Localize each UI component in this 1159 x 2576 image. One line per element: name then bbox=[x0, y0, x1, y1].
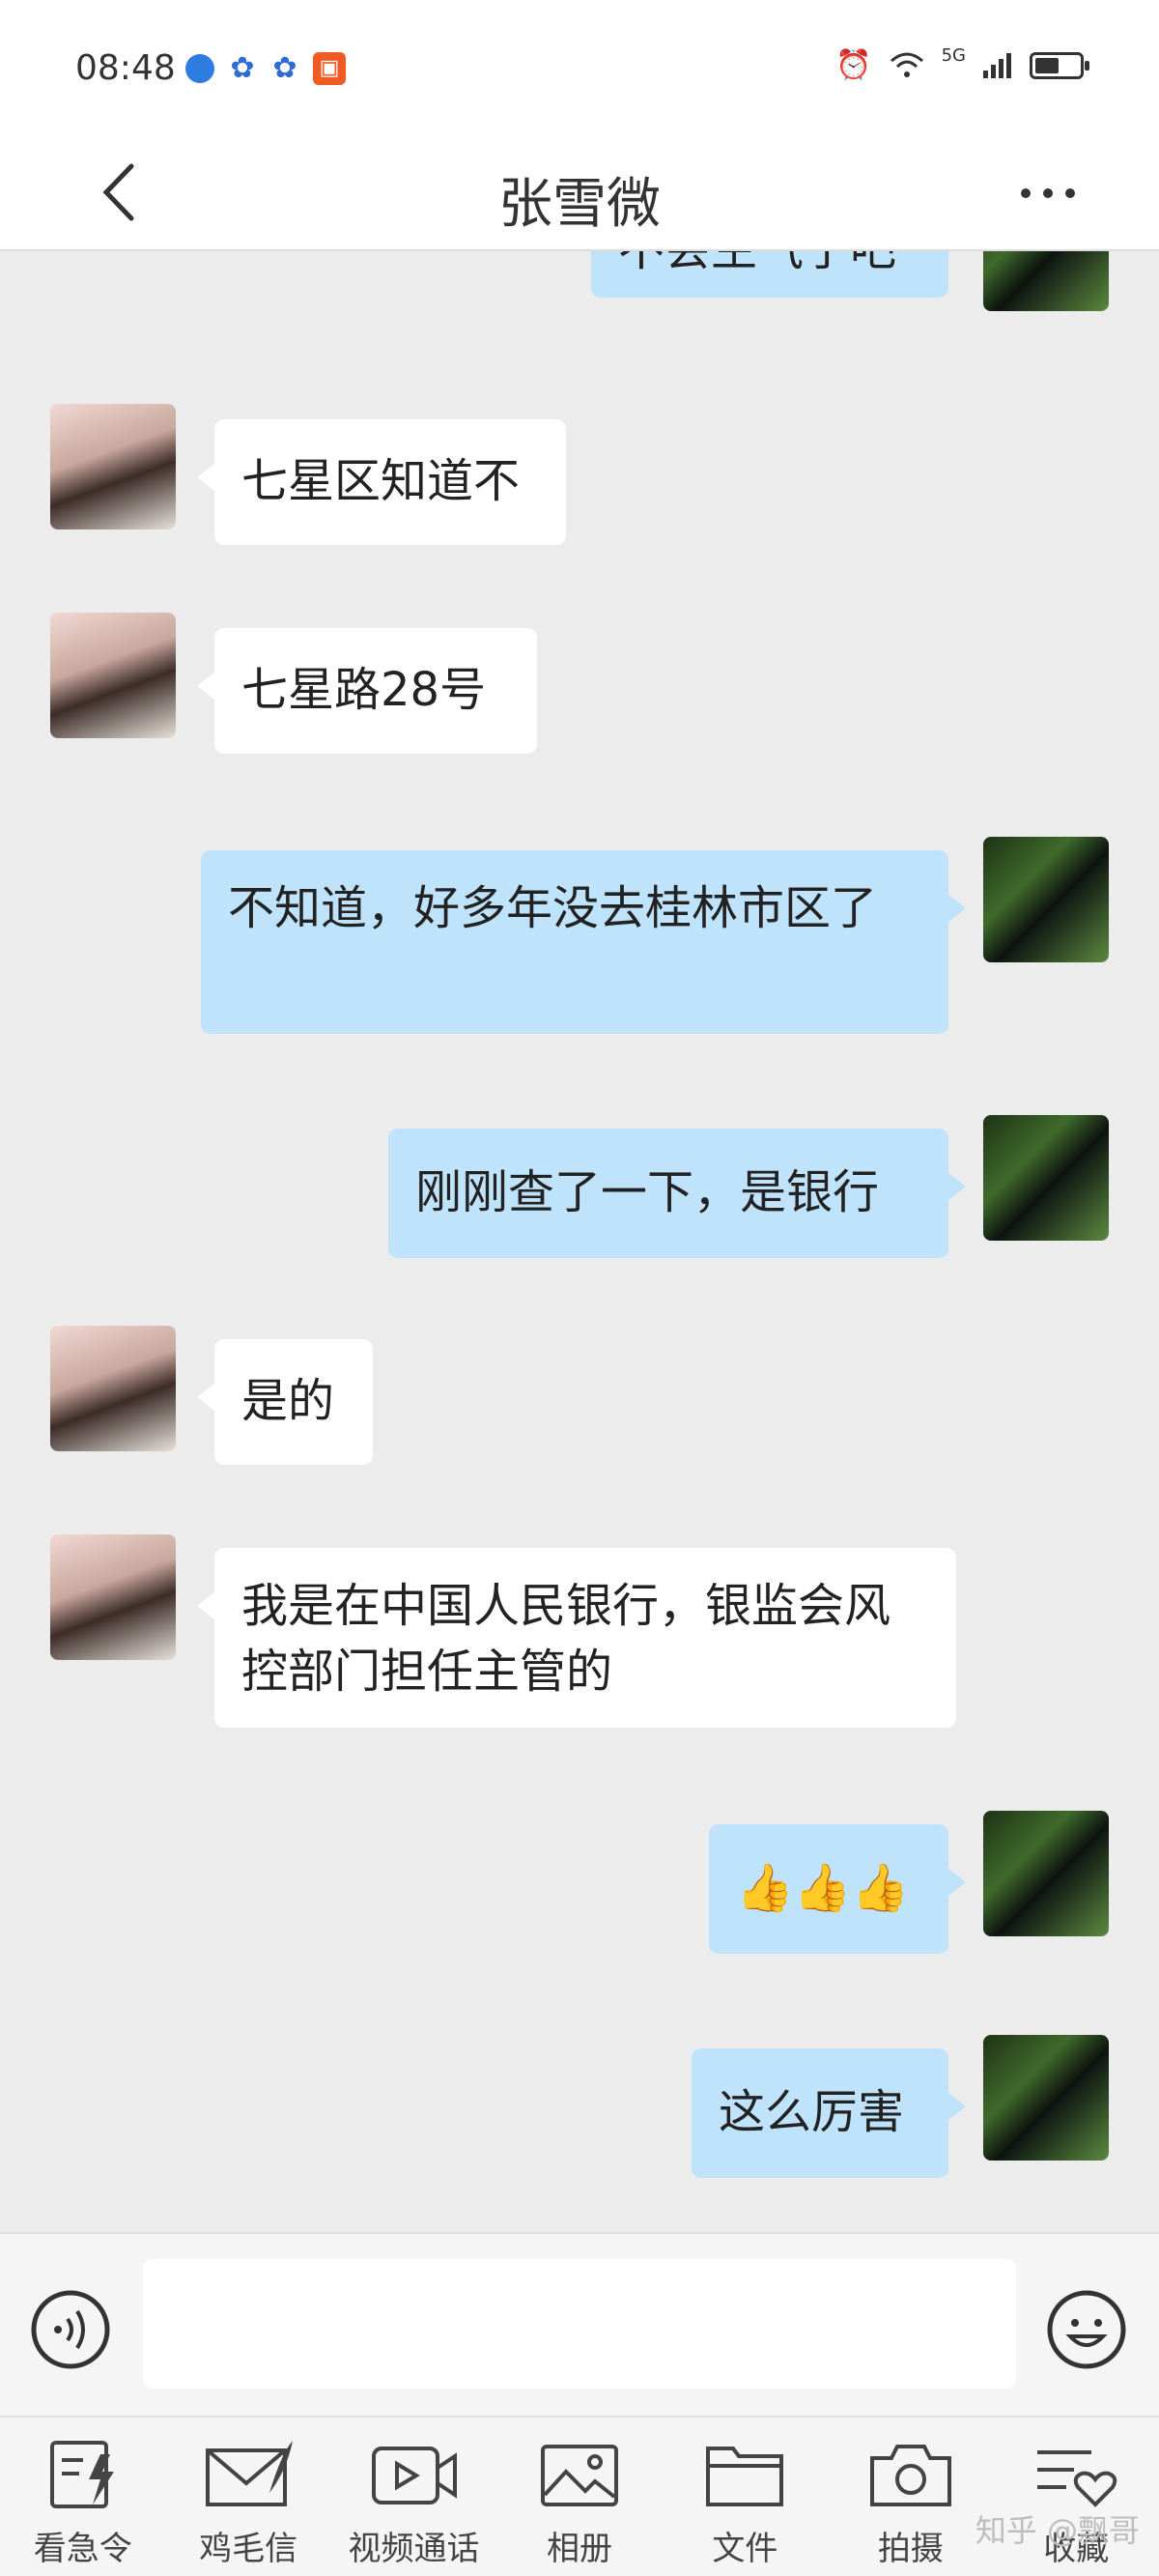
my-avatar[interactable] bbox=[983, 1115, 1109, 1241]
app-notification-icon bbox=[185, 54, 214, 83]
emoji-icon[interactable] bbox=[1045, 2288, 1128, 2371]
my-avatar[interactable] bbox=[983, 837, 1109, 962]
toolbar-label: 相册 bbox=[546, 2530, 612, 2568]
folder-icon bbox=[706, 2447, 784, 2506]
paw-icon: ✿ bbox=[230, 51, 255, 85]
watermark: 知乎 @飘哥 bbox=[975, 2512, 1140, 2549]
toolbar-label: 看急令 bbox=[33, 2530, 132, 2568]
toolbar-camera[interactable]: 拍摄 bbox=[828, 2418, 993, 2576]
app-badge-icon: ▣ bbox=[313, 52, 346, 85]
status-bar: 08:48 ✿ ✿ ▣ ⏰ 5G bbox=[0, 0, 1159, 135]
system-icons: ⏰ 5G bbox=[835, 45, 1089, 82]
input-bar bbox=[0, 2232, 1159, 2418]
urgent-note-icon bbox=[49, 2441, 114, 2508]
my-avatar[interactable] bbox=[983, 1811, 1109, 1936]
toolbar-file[interactable]: 文件 bbox=[663, 2418, 828, 2576]
chat-toolbar: 看急令 鸡毛信 视频通话 相册 文件 拍摄 收藏 bbox=[0, 2416, 1159, 2576]
alarm-icon: ⏰ bbox=[835, 48, 872, 82]
message-text: 不会生气了吧 bbox=[618, 251, 921, 282]
message-bubble-received[interactable]: 七星区知道不 bbox=[197, 419, 566, 545]
video-call-icon bbox=[371, 2447, 457, 2504]
message-bubble-received[interactable]: 是的 bbox=[197, 1339, 373, 1465]
toolbar-label: 拍摄 bbox=[877, 2530, 944, 2568]
my-avatar[interactable] bbox=[983, 251, 1109, 311]
contact-avatar[interactable] bbox=[50, 404, 176, 530]
toolbar-label: 文件 bbox=[712, 2530, 778, 2568]
message-text: 不知道，好多年没去桂林市区了 bbox=[228, 881, 878, 935]
my-avatar[interactable] bbox=[983, 2035, 1109, 2161]
notification-icons: ✿ ✿ ▣ bbox=[185, 52, 346, 85]
toolbar-urgent-note[interactable]: 看急令 bbox=[0, 2418, 165, 2576]
chat-header: 张雪微 bbox=[0, 135, 1159, 251]
toolbar-feather-letter[interactable]: 鸡毛信 bbox=[165, 2418, 330, 2576]
paw-icon: ✿ bbox=[272, 51, 297, 85]
message-bubble-received[interactable]: 七星路28号 bbox=[197, 628, 537, 754]
photo-album-icon bbox=[540, 2445, 618, 2506]
message-text: 七星区知道不 bbox=[241, 454, 521, 508]
message-bubble-sent[interactable]: 刚刚查了一下，是银行 bbox=[388, 1129, 966, 1258]
contact-avatar[interactable] bbox=[50, 1326, 176, 1451]
toolbar-favorites[interactable]: 收藏 bbox=[994, 2418, 1159, 2576]
favorites-icon bbox=[1037, 2450, 1117, 2507]
message-bubble-sent[interactable]: 不知道，好多年没去桂林市区了 bbox=[201, 850, 966, 1034]
signal-icon bbox=[983, 52, 1011, 78]
message-input[interactable] bbox=[143, 2259, 1016, 2389]
toolbar-label: 鸡毛信 bbox=[199, 2530, 298, 2568]
feather-letter-icon bbox=[206, 2441, 294, 2506]
message-text: 我是在中国人民银行，银监会风控部门担任主管的 bbox=[241, 1579, 891, 1699]
more-options-icon[interactable] bbox=[1014, 174, 1082, 213]
contact-avatar[interactable] bbox=[50, 1534, 176, 1660]
message-bubble-sent[interactable]: 这么厉害 bbox=[692, 2048, 966, 2178]
voice-input-icon[interactable] bbox=[29, 2288, 112, 2371]
camera-icon bbox=[869, 2445, 951, 2506]
message-text: 刚刚查了一下，是银行 bbox=[415, 1165, 880, 1219]
network-label: 5G bbox=[941, 45, 966, 66]
contact-name: 张雪微 bbox=[498, 173, 661, 236]
message-text: 👍👍👍 bbox=[736, 1861, 910, 1915]
battery-icon bbox=[1030, 51, 1089, 79]
wifi-icon bbox=[890, 52, 923, 77]
message-bubble-sent[interactable]: 👍👍👍 bbox=[709, 1824, 966, 1954]
message-text: 七星路28号 bbox=[241, 663, 487, 717]
contact-avatar[interactable] bbox=[50, 613, 176, 738]
toolbar-label: 视频通话 bbox=[348, 2530, 480, 2568]
message-list[interactable]: 不会生气了吧 七星区知道不 七星路28号 不知道，好多年没去桂林市区了 刚刚查了… bbox=[0, 251, 1159, 2232]
message-bubble-sent[interactable]: 不会生气了吧 bbox=[591, 251, 948, 298]
message-text: 是的 bbox=[241, 1374, 335, 1428]
message-bubble-received[interactable]: 我是在中国人民银行，银监会风控部门担任主管的 bbox=[197, 1548, 956, 1728]
toolbar-video-call[interactable]: 视频通话 bbox=[331, 2418, 496, 2576]
message-text: 这么厉害 bbox=[719, 2085, 905, 2139]
status-time: 08:48 bbox=[75, 48, 176, 88]
toolbar-photo-album[interactable]: 相册 bbox=[496, 2418, 662, 2576]
